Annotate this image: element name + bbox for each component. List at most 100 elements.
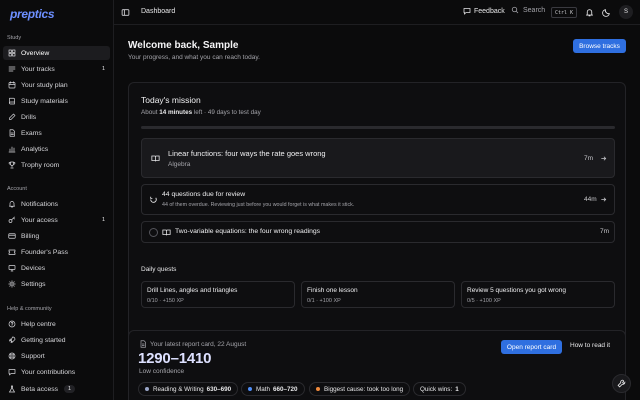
sidebar-item-founder-s-pass[interactable]: Founder's Pass (3, 245, 110, 259)
mission-minutes: 14 minutes (159, 109, 193, 116)
flask-icon (7, 385, 16, 394)
sidebar-item-billing[interactable]: Billing (3, 229, 110, 243)
search-label: Search (523, 6, 546, 14)
document-icon (7, 129, 16, 138)
browse-tracks-button[interactable]: Browse tracks (573, 39, 626, 53)
report-document-icon (140, 340, 146, 348)
quest-title: Review 5 questions you got wrong (467, 287, 567, 294)
sidebar-item-label: Getting started (21, 336, 66, 344)
logo[interactable]: preptics (10, 7, 55, 21)
task-subtitle: Algebra (168, 161, 191, 168)
gear-icon (7, 280, 16, 289)
quest-title: Finish one lesson (307, 287, 358, 294)
quest-progress: 0/1 · +100 XP (307, 298, 341, 304)
mission-task-small[interactable]: Two-variable equations: the four wrong r… (141, 221, 615, 243)
mission-sub-prefix: About (141, 109, 160, 116)
quest-title: Drill Lines, angles and triangles (147, 287, 238, 294)
feedback-label: Feedback (474, 7, 505, 15)
sidebar-item-trophy-room[interactable]: Trophy room (3, 158, 110, 172)
calendar-icon (7, 81, 16, 90)
sidebar-item-getting-started[interactable]: Getting started (3, 333, 110, 347)
sidebar-section-study: Study (7, 35, 22, 41)
quest-card[interactable]: Review 5 questions you got wrong 0/5 · +… (461, 281, 615, 308)
pill-label: Biggest cause: took too long (324, 385, 404, 393)
mission-task-primary[interactable]: Linear functions: four ways the rate goe… (141, 138, 615, 178)
sidebar-item-drills[interactable]: Drills (3, 110, 110, 124)
feedback-button[interactable]: Feedback (463, 7, 505, 15)
mission-sub-suffix: left · 49 days to test day (192, 109, 261, 116)
sidebar-item-study-materials[interactable]: Study materials (3, 94, 110, 108)
grid-icon (7, 49, 16, 58)
sidebar-item-analytics[interactable]: Analytics (3, 142, 110, 156)
sidebar-item-label: Your tracks (21, 65, 55, 73)
card-icon (7, 232, 16, 241)
sidebar-item-overview[interactable]: Overview (3, 46, 110, 60)
task-title: Two-variable equations: the four wrong r… (175, 228, 321, 235)
report-card: Your latest report card, 22 August 1290–… (128, 330, 626, 400)
avatar[interactable]: S (619, 5, 633, 19)
mission-task-review[interactable]: 44 questions due for review 44 of them o… (141, 184, 615, 215)
beta-count-badge: 1 (64, 385, 76, 393)
breadcrumb[interactable]: Dashboard (141, 8, 175, 15)
sidebar: preptics Study Overview Your tracks 1 Your … (0, 0, 114, 400)
report-label-text: Your latest report card, 22 August (150, 340, 247, 348)
sidebar-item-count: 1 (101, 217, 105, 223)
arrow-right-icon (601, 156, 607, 161)
search-button[interactable]: Search (511, 6, 545, 14)
arrow-right-icon (601, 197, 607, 202)
pill-label: Math (256, 385, 270, 393)
ticket-icon (7, 248, 16, 257)
sidebar-item-settings[interactable]: Settings (3, 277, 110, 291)
help-icon (7, 320, 16, 329)
page-subtitle: Your progress, and what you can reach to… (128, 54, 260, 61)
sidebar-item-devices[interactable]: Devices (3, 261, 110, 275)
mission-subtitle: About 14 minutes left · 49 days to test … (141, 109, 261, 116)
sidebar-item-label: Drills (21, 113, 37, 121)
sidebar-item-your-contributions[interactable]: Your contributions (3, 365, 110, 379)
bell-icon[interactable] (585, 8, 594, 17)
quest-card[interactable]: Drill Lines, angles and triangles 0/10 ·… (141, 281, 295, 308)
report-pill-quick-wins: Quick wins: 1 (413, 382, 466, 396)
status-dot (145, 387, 149, 391)
report-confidence: Low confidence (139, 368, 185, 375)
pill-label: Reading & Writing (153, 385, 204, 393)
book-icon (7, 97, 16, 106)
sidebar-item-your-study-plan[interactable]: Your study plan (3, 78, 110, 92)
quest-card[interactable]: Finish one lesson 0/1 · +100 XP (301, 281, 455, 308)
task-duration: 7m (584, 155, 594, 162)
report-score: 1290–1410 (138, 350, 212, 367)
sidebar-item-label: Study materials (21, 97, 68, 105)
lifebuoy-icon (7, 352, 16, 361)
sidebar-item-exams[interactable]: Exams (3, 126, 110, 140)
edit-fab-button[interactable] (612, 374, 631, 393)
sidebar-item-beta-access[interactable]: Beta access 1 (3, 382, 110, 396)
search-shortcut: Ctrl K (551, 7, 578, 18)
sidebar-item-help-centre[interactable]: Help centre (3, 317, 110, 331)
checkbox-circle[interactable] (149, 228, 158, 237)
trophy-icon (7, 161, 16, 170)
how-to-read-link[interactable]: How to read it (570, 342, 610, 349)
sidebar-item-label: Support (21, 352, 45, 360)
report-pill-reading-writing: Reading & Writing 630–690 (138, 382, 239, 396)
moon-icon[interactable] (602, 8, 611, 17)
sidebar-item-label: Analytics (21, 145, 49, 153)
sidebar-item-label: Your access (21, 216, 58, 224)
sidebar-item-label: Your study plan (21, 81, 68, 89)
sidebar-item-label: Billing (21, 232, 40, 240)
sidebar-item-notifications[interactable]: Notifications (3, 197, 110, 211)
chat-icon (7, 368, 16, 377)
daily-quests-label: Daily quests (141, 266, 177, 273)
sidebar-item-your-tracks[interactable]: Your tracks 1 (3, 62, 110, 76)
pill-value: 630–690 (206, 385, 232, 393)
sidebar-toggle-icon[interactable] (121, 8, 130, 17)
quest-progress: 0/10 · +150 XP (147, 298, 184, 304)
mission-progress-bar (141, 126, 615, 129)
sidebar-section-account: Account (7, 186, 27, 192)
sidebar-item-label: Trophy room (21, 161, 60, 169)
open-report-card-button[interactable]: Open report card (501, 340, 562, 354)
sidebar-item-count: 1 (101, 66, 105, 72)
sidebar-item-your-access[interactable]: Your access 1 (3, 213, 110, 227)
sidebar-item-support[interactable]: Support (3, 349, 110, 363)
sidebar-item-label: Settings (21, 280, 46, 288)
status-dot (248, 387, 252, 391)
